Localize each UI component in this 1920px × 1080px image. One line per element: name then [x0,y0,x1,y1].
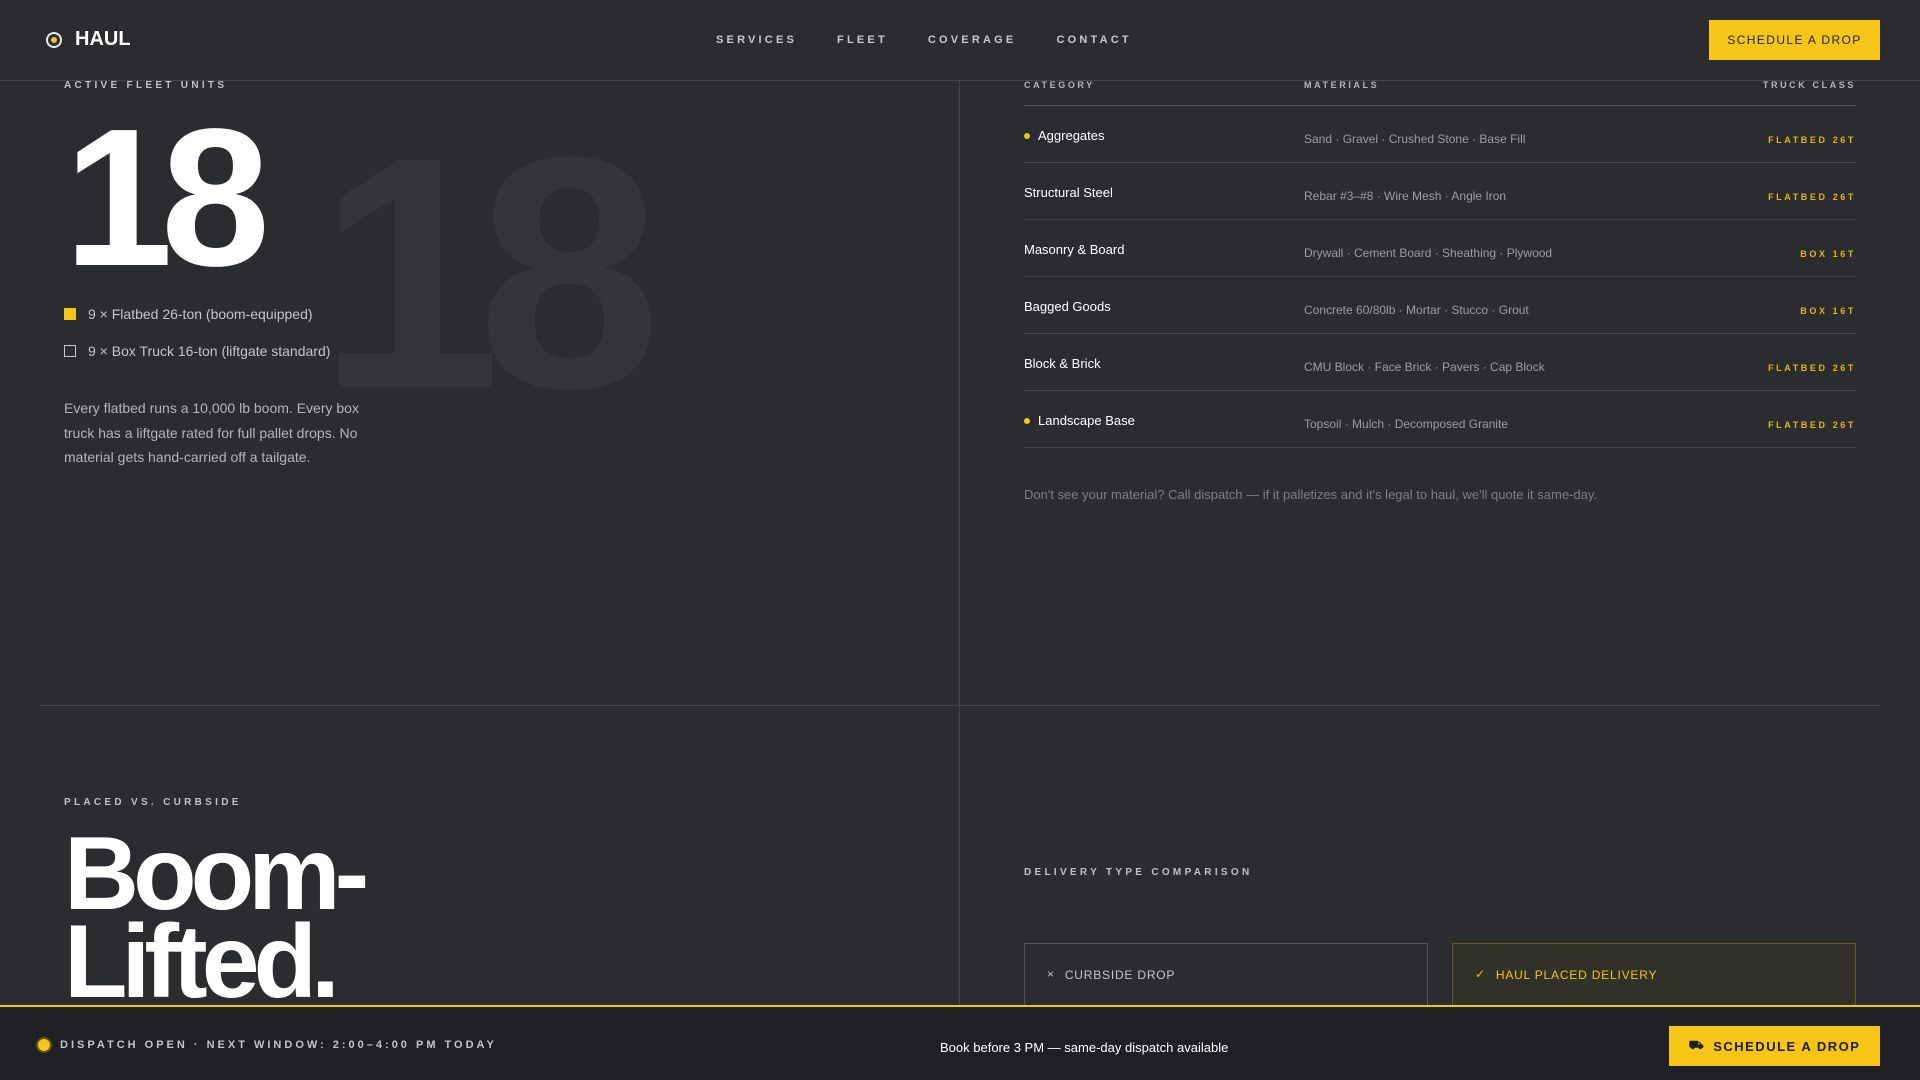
row-truck-class: BOX 16T [1800,249,1856,259]
header-materials: MATERIALS [1304,80,1380,90]
dispatch-bar: DISPATCH OPEN · NEXT WINDOW: 2:00–4:00 P… [0,1005,1920,1080]
fleet-unit-list: 9 × Flatbed 26-ton (boom-equipped) 9 × B… [64,304,330,378]
check-icon: ✓ [1475,967,1486,981]
row-materials: Drywall · Cement Board · Sheathing · Ply… [1304,246,1553,260]
category-label: Structural Steel [1024,185,1113,200]
section-title: Boom- Lifted. [64,822,664,1014]
table-row[interactable]: Masonry & Board Drywall · Cement Board ·… [1024,220,1856,277]
filled-square-icon [64,308,76,320]
row-truck-class: FLATBED 26T [1768,363,1856,373]
haul-placed-label: HAUL PLACED DELIVERY [1495,968,1658,982]
category-label: Masonry & Board [1024,242,1125,257]
haul-placed-card[interactable]: ✓ HAUL PLACED DELIVERY [1452,943,1856,1005]
header-truck-class: TRUCK CLASS [1762,80,1856,90]
table-row[interactable]: Bagged Goods Concrete 60/80lb · Mortar ·… [1024,277,1856,334]
close-icon: × [1047,967,1055,981]
row-truck-class: FLATBED 26T [1768,135,1856,145]
fleet-unit-flatbed: 9 × Flatbed 26-ton (boom-equipped) [64,304,330,324]
row-category: Bagged Goods [1024,277,1304,333]
site-header: HAUL SERVICES FLEET COVERAGE CONTACT SCH… [0,0,1920,81]
row-divider [40,705,1880,706]
row-materials: Concrete 60/80lb · Mortar · Stucco · Gro… [1304,303,1529,317]
row-truck-class: BOX 16T [1800,306,1856,316]
brand-name: HAUL [75,28,131,50]
highlight-dot-icon [1024,418,1030,424]
status-text: DISPATCH OPEN · NEXT WINDOW: 2:00–4:00 P… [60,1039,497,1051]
header-category: CATEGORY [1024,80,1095,90]
schedule-drop-button[interactable]: SCHEDULE A DROP [1709,20,1880,60]
category-label: Landscape Base [1038,413,1135,428]
row-materials: Rebar #3–#8 · Wire Mesh · Angle Iron [1304,189,1507,203]
row-truck-class: FLATBED 26T [1768,192,1856,202]
row-category: Landscape Base [1024,391,1304,447]
fleet-unit-label: 9 × Box Truck 16-ton (liftgate standard) [88,343,331,359]
outline-square-icon [64,345,76,357]
nav-services[interactable]: SERVICES [716,34,797,46]
comparison-eyebrow: DELIVERY TYPE COMPARISON [1024,867,1253,878]
row-materials: CMU Block · Face Brick · Pavers · Cap Bl… [1304,360,1545,374]
row-materials: Sand · Gravel · Crushed Stone · Base Fil… [1304,132,1526,146]
status-dot-icon [38,1039,50,1051]
logo-icon [46,31,62,48]
highlight-dot-icon [1024,133,1030,139]
row-truck-class: FLATBED 26T [1768,420,1856,430]
fleet-count: 18 [64,88,270,307]
materials-table: CATEGORY MATERIALS TRUCK CLASS Aggregate… [1024,80,1856,448]
main-nav: SERVICES FLEET COVERAGE CONTACT [716,34,1172,46]
title-line-2: Lifted. [64,904,340,1020]
category-label: Bagged Goods [1024,299,1111,314]
row-category: Aggregates [1024,106,1304,162]
row-category: Block & Brick [1024,334,1304,390]
table-row[interactable]: Aggregates Sand · Gravel · Crushed Stone… [1024,106,1856,163]
row-category: Masonry & Board [1024,220,1304,276]
fleet-count-watermark: 18 [318,88,661,457]
fleet-description: Every flatbed runs a 10,000 lb boom. Eve… [64,400,359,465]
fleet-unit-label: 9 × Flatbed 26-ton (boom-equipped) [88,306,313,322]
dispatch-status: DISPATCH OPEN · NEXT WINDOW: 2:00–4:00 P… [38,1039,497,1051]
nav-contact[interactable]: CONTACT [1056,34,1131,46]
truck-icon: ⛟ [1688,1038,1706,1052]
placed-eyebrow: PLACED VS. CURBSIDE [64,797,242,808]
fleet-unit-box-truck: 9 × Box Truck 16-ton (liftgate standard) [64,341,330,361]
row-category: Structural Steel [1024,163,1304,219]
curbside-drop-card[interactable]: × CURBSIDE DROP [1024,943,1428,1005]
materials-note: Don't see your material? Call dispatch —… [1024,487,1597,502]
brand-logo[interactable]: HAUL [46,28,131,51]
footer-schedule-drop-button[interactable]: ⛟ SCHEDULE A DROP [1669,1026,1880,1066]
curbside-label: CURBSIDE DROP [1064,968,1176,982]
row-materials: Topsoil · Mulch · Decomposed Granite [1304,417,1509,431]
table-header: CATEGORY MATERIALS TRUCK CLASS [1024,80,1856,106]
nav-fleet[interactable]: FLEET [837,34,888,46]
category-label: Aggregates [1038,128,1105,143]
table-row[interactable]: Landscape Base Topsoil · Mulch · Decompo… [1024,391,1856,448]
nav-coverage[interactable]: COVERAGE [928,34,1017,46]
footer-cta-label: SCHEDULE A DROP [1713,1038,1861,1054]
table-row[interactable]: Structural Steel Rebar #3–#8 · Wire Mesh… [1024,163,1856,220]
category-label: Block & Brick [1024,356,1101,371]
dispatch-message: Book before 3 PM — same-day dispatch ava… [940,1040,1229,1055]
table-row[interactable]: Block & Brick CMU Block · Face Brick · P… [1024,334,1856,391]
column-divider [959,81,960,1005]
